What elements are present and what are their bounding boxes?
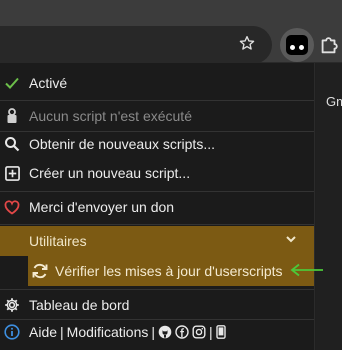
plus-box-icon (4, 165, 20, 181)
changes-link[interactable]: Modifications (67, 324, 149, 340)
info-icon (4, 324, 20, 340)
lock-icon (4, 108, 20, 124)
divider (0, 100, 314, 101)
menu-item-no-script: Aucun script n'est exécuté (0, 102, 314, 130)
menu-item-enabled[interactable]: Activé (0, 69, 314, 97)
menu-footer: Aide | Modifications | | (0, 320, 314, 346)
tampermonkey-popup-menu: Activé Aucun script n'est exécuté Obteni… (0, 63, 315, 350)
browser-toolbar (0, 0, 342, 64)
github-icon[interactable] (158, 325, 172, 339)
tampermonkey-icon (286, 35, 308, 55)
menu-item-label: Merci d'envoyer un don (29, 199, 175, 215)
search-icon (4, 136, 20, 152)
menu-item-label: Utilitaires (29, 233, 87, 249)
menu-item-check-updates[interactable]: Vérifier les mises à jour d'userscripts (28, 256, 314, 286)
menu-item-label: Tableau de bord (29, 297, 130, 313)
refresh-icon (31, 262, 49, 280)
bookmark-star-icon[interactable] (236, 32, 258, 54)
separator-text: | (209, 324, 213, 340)
menu-item-label: Aucun script n'est exécuté (29, 108, 192, 124)
menu-item-donate[interactable]: Merci d'envoyer un don (0, 193, 314, 221)
menu-item-label: Activé (29, 75, 68, 91)
menu-item-utilities[interactable]: Utilitaires (0, 226, 314, 256)
help-link[interactable]: Aide (29, 324, 57, 340)
divider (0, 191, 314, 192)
check-icon (4, 75, 20, 91)
annotation-arrow-icon (290, 263, 323, 277)
menu-item-label: Créer un nouveau script... (29, 165, 191, 181)
page-text-snippet: Gm (326, 94, 342, 109)
mobile-phone-icon[interactable] (215, 325, 230, 339)
instagram-icon[interactable] (192, 325, 206, 339)
menu-item-label: Obtenir de nouveaux scripts... (29, 136, 215, 152)
menu-item-get-scripts[interactable]: Obtenir de nouveaux scripts... (0, 130, 314, 158)
tampermonkey-extension-button[interactable] (280, 28, 314, 62)
gear-icon (4, 297, 20, 313)
separator-text: | (60, 324, 64, 340)
heart-icon (4, 199, 20, 215)
menu-item-create-script[interactable]: Créer un nouveau script... (0, 159, 314, 187)
address-bar[interactable] (0, 26, 272, 64)
puzzle-icon[interactable] (318, 34, 340, 56)
divider (0, 289, 314, 290)
menu-item-label: Vérifier les mises à jour d'userscripts (55, 263, 283, 279)
chevron-down-icon (284, 232, 300, 248)
facebook-icon[interactable] (175, 325, 189, 339)
separator-text: | (151, 324, 156, 340)
submenu-indent (0, 256, 28, 286)
menu-item-dashboard[interactable]: Tableau de bord (0, 291, 314, 319)
divider (0, 224, 314, 225)
